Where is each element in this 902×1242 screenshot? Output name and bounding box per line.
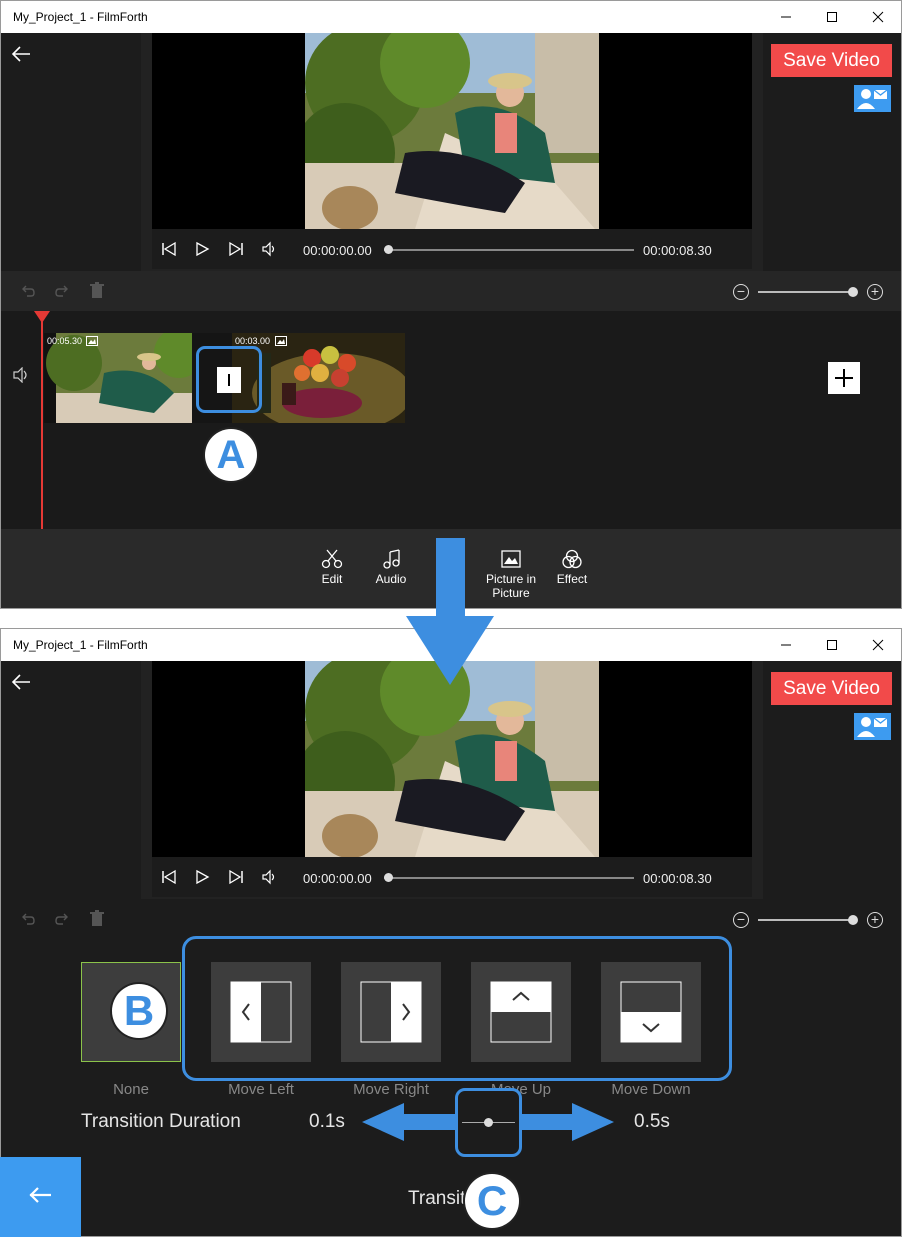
zoom-in-icon[interactable]: +	[867, 912, 883, 928]
current-time: 00:00:00.00	[303, 243, 372, 258]
player-controls: 00:00:00.00 00:00:08.30	[152, 857, 752, 897]
undo-icon[interactable]	[20, 911, 36, 927]
undo-icon[interactable]	[20, 283, 36, 299]
close-button[interactable]	[855, 1, 901, 33]
skip-end-icon[interactable]	[228, 241, 244, 257]
volume-icon[interactable]	[262, 869, 278, 885]
duration-slider-knob[interactable]	[484, 1118, 493, 1127]
clip-2-duration: 00:03.00	[235, 336, 271, 346]
app-window-top: My_Project_1 - FilmForth Save Video 00:0…	[0, 0, 902, 609]
picture-icon	[501, 550, 521, 568]
duration-min-value: 0.1s	[309, 1111, 345, 1132]
image-icon	[86, 336, 98, 346]
transition-duration-label: Transition Duration	[81, 1111, 241, 1132]
maximize-button[interactable]	[809, 629, 855, 661]
play-icon[interactable]	[194, 241, 210, 257]
zoom-slider[interactable]	[758, 919, 851, 921]
back-arrow-icon	[29, 1187, 51, 1203]
scissors-icon	[321, 549, 343, 569]
window-title: My_Project_1 - FilmForth	[13, 10, 148, 24]
maximize-icon	[827, 640, 837, 650]
zoom-in-icon[interactable]: +	[867, 284, 883, 300]
play-icon[interactable]	[194, 869, 210, 885]
effect-tool[interactable]: Effect	[537, 549, 607, 586]
redo-icon[interactable]	[54, 911, 70, 927]
contact-icon[interactable]	[854, 85, 891, 112]
edit-tool-label: Edit	[321, 572, 343, 586]
trash-icon[interactable]	[89, 910, 105, 928]
playhead-marker-icon[interactable]	[34, 311, 50, 323]
save-video-button[interactable]: Save Video	[771, 44, 892, 77]
minimize-button[interactable]	[763, 1, 809, 33]
image-icon	[275, 336, 287, 346]
close-icon	[872, 639, 884, 651]
back-arrow-icon[interactable]	[11, 671, 33, 693]
callout-a: A	[205, 429, 257, 481]
transition-move-down-label: Move Down	[611, 1081, 691, 1098]
transition-none-label: None	[113, 1081, 149, 1098]
seek-knob[interactable]	[384, 245, 393, 254]
down-arrow-icon	[406, 538, 494, 685]
zoom-slider-knob[interactable]	[848, 287, 858, 297]
seek-bar[interactable]	[384, 249, 634, 251]
total-time: 00:00:08.30	[643, 871, 712, 886]
highlight-box-a	[196, 346, 262, 413]
maximize-button[interactable]	[809, 1, 855, 33]
add-clip-button[interactable]	[828, 362, 860, 394]
preview-image	[305, 661, 599, 857]
preview-image	[305, 33, 599, 229]
track-volume-icon[interactable]	[13, 367, 31, 383]
music-note-icon	[383, 549, 400, 569]
zoom-out-icon[interactable]: −	[733, 912, 749, 928]
contact-icon[interactable]	[854, 713, 891, 740]
callout-b: B	[112, 984, 166, 1038]
zoom-slider[interactable]	[758, 291, 851, 293]
audio-tool-label: Audio	[375, 572, 407, 586]
video-preview	[152, 661, 752, 857]
close-icon	[872, 11, 884, 23]
plus-icon	[835, 369, 853, 387]
window-title: My_Project_1 - FilmForth	[13, 638, 148, 652]
back-arrow-icon[interactable]	[11, 43, 33, 65]
transition-move-left-label: Move Left	[228, 1081, 294, 1098]
clip-1-duration: 00:05.30	[47, 336, 83, 346]
trash-icon[interactable]	[89, 282, 105, 300]
app-window-bottom: My_Project_1 - FilmForth Save Video 00:0…	[0, 628, 902, 1237]
minimize-button[interactable]	[763, 629, 809, 661]
save-video-button[interactable]: Save Video	[771, 672, 892, 705]
callout-c: C	[465, 1174, 519, 1228]
timeline-clip-1[interactable]: 00:05.30	[44, 333, 192, 423]
highlight-box-c	[455, 1088, 522, 1157]
zoom-slider-knob[interactable]	[848, 915, 858, 925]
transition-move-right-label: Move Right	[353, 1081, 429, 1098]
duration-max-value: 0.5s	[634, 1111, 670, 1132]
title-bar: My_Project_1 - FilmForth	[1, 1, 901, 33]
effect-tool-label: Effect	[556, 572, 588, 586]
clip-1-thumbnail	[44, 333, 192, 423]
effect-circles-icon	[562, 549, 582, 569]
skip-start-icon[interactable]	[161, 241, 177, 257]
zoom-out-icon[interactable]: −	[733, 284, 749, 300]
skip-start-icon[interactable]	[161, 869, 177, 885]
volume-icon[interactable]	[262, 241, 278, 257]
skip-end-icon[interactable]	[228, 869, 244, 885]
left-panel	[1, 661, 141, 899]
seek-bar[interactable]	[384, 877, 634, 879]
back-button[interactable]	[0, 1157, 81, 1237]
left-panel	[1, 33, 141, 271]
partial-transition-text: Transit	[408, 1188, 466, 1209]
close-button[interactable]	[855, 629, 901, 661]
playhead[interactable]	[41, 311, 43, 529]
video-preview	[152, 33, 752, 229]
redo-icon[interactable]	[54, 283, 70, 299]
total-time: 00:00:08.30	[643, 243, 712, 258]
current-time: 00:00:00.00	[303, 871, 372, 886]
minimize-icon	[781, 644, 791, 646]
seek-knob[interactable]	[384, 873, 393, 882]
player-controls: 00:00:00.00 00:00:08.30	[152, 229, 752, 269]
minimize-icon	[781, 16, 791, 18]
highlight-box-transitions	[182, 936, 732, 1081]
maximize-icon	[827, 12, 837, 22]
